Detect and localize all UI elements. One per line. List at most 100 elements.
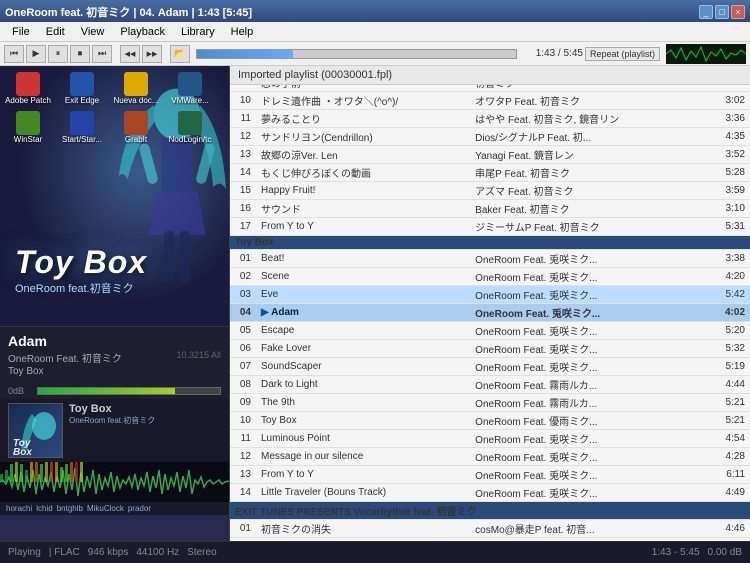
track-number: 10 xyxy=(230,412,256,430)
table-row[interactable]: 13故郷の涼Ver. LenYanagi Feat. 鏡音レン3:52 xyxy=(230,146,750,164)
track-artist: OneRoom Feat. 兎咲ミク... xyxy=(470,322,694,340)
close-button[interactable]: × xyxy=(731,5,745,19)
track-name: Adam xyxy=(8,333,122,349)
menu-edit[interactable]: Edit xyxy=(38,22,73,41)
prev-button[interactable] xyxy=(4,45,24,63)
table-row[interactable]: 12サンドリヨン(Cendrillon)Dios/シグナルP Feat. 初..… xyxy=(230,128,750,146)
track-artist: OneRoom Feat. 兎咲ミク... xyxy=(470,430,694,448)
track-number: 09 xyxy=(230,394,256,412)
pause-button[interactable] xyxy=(48,45,68,63)
window-chrome: OneRoom feat. 初音ミク | 04. Adam | 1:43 [5:… xyxy=(0,0,750,22)
table-row[interactable]: 13From Y to YOneRoom Feat. 兎咲ミク...6:11 xyxy=(230,466,750,484)
table-row[interactable]: 16サウンドBaker Feat. 初音ミク3:10 xyxy=(230,200,750,218)
player-artist: OneRoom Feat. 初音ミク xyxy=(8,350,122,365)
table-row[interactable]: 04 ▶ AdamOneRoom Feat. 兎咲ミク...4:02 xyxy=(230,304,750,322)
track-artist: Yanagi Feat. 鏡音レン xyxy=(470,146,694,164)
table-row[interactable]: 09The 9thOneRoom Feat. 霧雨ルカ...5:21 xyxy=(230,394,750,412)
track-duration: 5:32 xyxy=(694,340,750,358)
track-number: 11 xyxy=(230,110,256,128)
table-row[interactable]: 08Dark to LightOneRoom Feat. 霧雨ルカ...4:44 xyxy=(230,376,750,394)
playlist-header: Imported playlist (00030001.fpl) xyxy=(230,66,750,85)
album-subtitle: OneRoom feat.初音ミク xyxy=(15,280,147,296)
volume-bar[interactable] xyxy=(37,387,221,395)
table-row[interactable]: 15Happy Fruit!アズマ Feat. 初音ミク3:59 xyxy=(230,182,750,200)
volume-fill xyxy=(38,388,175,394)
icon-horachi[interactable]: horachi xyxy=(6,504,32,513)
icon-lchid[interactable]: lchid xyxy=(36,504,52,513)
section-header-1: Toy Box xyxy=(230,236,750,250)
menu-playback[interactable]: Playback xyxy=(112,22,173,41)
table-row[interactable]: 01初音ミクの消失cosMo@暴走P feat. 初音...4:46 xyxy=(230,520,750,538)
desktop-icon-1[interactable]: Exit Edge xyxy=(56,70,108,107)
track-title: サウンド xyxy=(256,200,470,218)
track-title: ドレミ遺作曲 ・オワタ＼(^o^)/ xyxy=(256,92,470,110)
fast-forward-button[interactable] xyxy=(142,45,162,63)
desktop-icon-2[interactable]: Nueva doc... xyxy=(110,70,162,107)
menu-help[interactable]: Help xyxy=(223,22,262,41)
desktop-icon-5[interactable]: Start/Star... xyxy=(56,109,108,146)
desktop-icon-3[interactable]: VMWare... xyxy=(164,70,216,107)
desktop-icon-7[interactable]: NodLogin/tc xyxy=(164,109,216,146)
progress-bar[interactable] xyxy=(196,49,517,59)
track-number: 01 xyxy=(230,250,256,268)
track-number: 12 xyxy=(230,128,256,146)
track-position: 10.3215 All xyxy=(176,350,221,360)
track-title: 初音ミクの消失 xyxy=(256,520,470,538)
mini-album-container: Toy Box Toy Box OneRoom feat.初音ミク xyxy=(8,403,221,458)
table-row[interactable]: 17From Y to YジミーサムP Feat. 初音ミク5:31 xyxy=(230,218,750,236)
table-row[interactable]: 10Toy BoxOneRoom Feat. 優雨ミク...5:21 xyxy=(230,412,750,430)
track-duration: 5:28 xyxy=(694,164,750,182)
section-header-2: EXIT TUNES PRESENTS Vocarhythm feat. 初音ミ… xyxy=(230,502,750,520)
track-artist: Dios/シグナルP Feat. 初... xyxy=(470,128,694,146)
waveform-visualizer xyxy=(0,462,229,502)
desktop-icon-6[interactable]: GrabIt xyxy=(110,109,162,146)
rewind-button[interactable] xyxy=(120,45,140,63)
icon-mikuclock[interactable]: MikuClock xyxy=(87,504,124,513)
open-button[interactable] xyxy=(170,45,190,63)
album-title-overlay: Toy Box OneRoom feat.初音ミク xyxy=(15,246,147,296)
table-row[interactable]: 05EscapeOneRoom Feat. 兎咲ミク...5:20 xyxy=(230,322,750,340)
table-row[interactable]: 11Luminous PointOneRoom Feat. 兎咲ミク...4:5… xyxy=(230,430,750,448)
desktop-icon-4[interactable]: WinStar xyxy=(2,109,54,146)
track-artist: OneRoom Feat. 兎咲ミク... xyxy=(470,484,694,502)
track-number: 02 xyxy=(230,268,256,286)
table-row[interactable]: 14Little Traveler (Bouns Track)OneRoom F… xyxy=(230,484,750,502)
minimize-button[interactable]: _ xyxy=(699,5,713,19)
track-duration: 3:10 xyxy=(694,200,750,218)
icon-bntghlb[interactable]: bntghlb xyxy=(57,504,83,513)
table-row[interactable]: 06Fake LoverOneRoom Feat. 兎咲ミク...5:32 xyxy=(230,340,750,358)
menu-library[interactable]: Library xyxy=(173,22,223,41)
repeat-button[interactable]: Repeat (playlist) xyxy=(585,47,660,61)
track-title: 夢みることり xyxy=(256,110,470,128)
maximize-button[interactable]: □ xyxy=(715,5,729,19)
table-row[interactable]: 12Message in our silenceOneRoom Feat. 兎咲… xyxy=(230,448,750,466)
playlist-scroll[interactable]: # Título Artista Duración Vocalostar Fea… xyxy=(230,85,750,541)
menu-file[interactable]: File xyxy=(4,22,38,41)
table-row[interactable]: 02恋スルVOC@LOIDOSTER project feat. 初音...4:… xyxy=(230,538,750,542)
mini-album-info: Toy Box OneRoom feat.初音ミク xyxy=(69,403,221,426)
left-sidebar: Adobe Patch Exit Edge Nueva doc... VMWar… xyxy=(0,66,230,541)
playlist-table: # Título Artista Duración Vocalostar Fea… xyxy=(230,85,750,541)
main-layout: Adobe Patch Exit Edge Nueva doc... VMWar… xyxy=(0,66,750,541)
track-artist: OneRoom Feat. 兎咲ミク... xyxy=(470,250,694,268)
play-button[interactable] xyxy=(26,45,46,63)
table-row[interactable]: 03EveOneRoom Feat. 兎咲ミク...5:42 xyxy=(230,286,750,304)
table-row[interactable]: 14もくじ伸びろぼくの動画串尾P Feat. 初音ミク5:28 xyxy=(230,164,750,182)
track-number: 07 xyxy=(230,358,256,376)
track-title: Eve xyxy=(256,286,470,304)
table-row[interactable]: 01Beat!OneRoom Feat. 兎咲ミク...3:38 xyxy=(230,250,750,268)
table-row[interactable]: 07SoundScaperOneRoom Feat. 兎咲ミク...5:19 xyxy=(230,358,750,376)
track-duration: 5:19 xyxy=(694,358,750,376)
menu-view[interactable]: View xyxy=(73,22,113,41)
stop-button[interactable] xyxy=(70,45,90,63)
table-row[interactable]: 11夢みることりはやや Feat. 初音ミク, 鏡音リン3:36 xyxy=(230,110,750,128)
icon-prador[interactable]: prador xyxy=(128,504,151,513)
next-button[interactable] xyxy=(92,45,112,63)
table-row[interactable]: 02SceneOneRoom Feat. 兎咲ミク...4:20 xyxy=(230,268,750,286)
status-bar: Playing | FLAC 946 kbps 44100 Hz Stereo … xyxy=(0,541,750,563)
table-row[interactable]: 10ドレミ遺作曲 ・オワタ＼(^o^)/オワタP Feat. 初音ミク3:02 xyxy=(230,92,750,110)
desktop-icon-0[interactable]: Adobe Patch xyxy=(2,70,54,107)
sidebar-status-icons: horachi lchid bntghlb MikuClock prador xyxy=(0,502,229,515)
track-title: Dark to Light xyxy=(256,376,470,394)
track-artist: OneRoom Feat. 優雨ミク... xyxy=(470,412,694,430)
